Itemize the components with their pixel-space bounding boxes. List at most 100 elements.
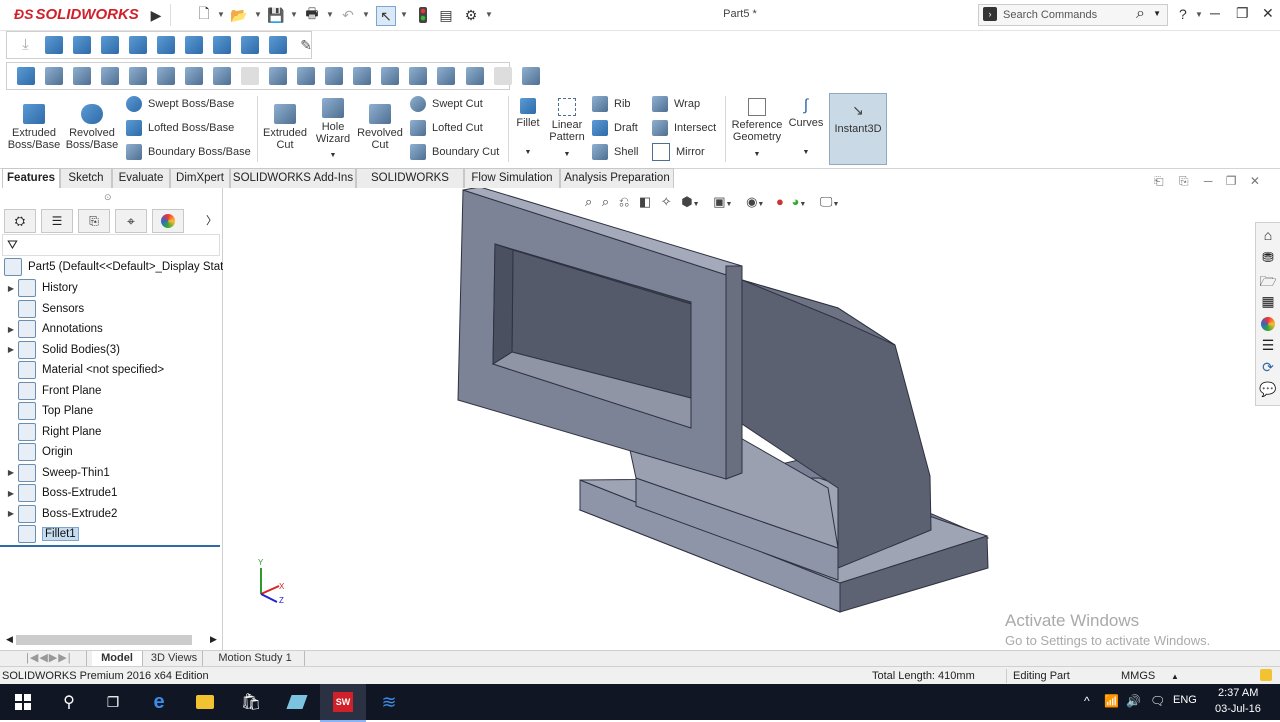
scroll-left-arrow-icon[interactable]: ◀ [6, 634, 13, 645]
filter-field[interactable]: ⛛ [2, 234, 220, 256]
tree-item[interactable]: ▶ Boss-Extrude1 [0, 483, 117, 503]
chevron-down-icon[interactable]: ▼ [730, 149, 784, 161]
cut-revolve-icon[interactable] [212, 67, 231, 85]
tab-features[interactable]: Features [2, 168, 60, 189]
tab-flow-simulation[interactable]: Flow Simulation [464, 168, 560, 189]
volume-icon[interactable]: 🔊 [1126, 694, 1141, 708]
revolved-boss-button[interactable]: Revolved Boss/Base [64, 104, 120, 151]
view-bottom-icon[interactable] [184, 36, 203, 54]
tab-3d-views[interactable]: 3D Views [146, 651, 203, 666]
shaded-icon[interactable] [16, 67, 35, 85]
tab-solidworks-addins[interactable]: SOLIDWORKS Add-Ins [230, 168, 356, 189]
view-dimetric-icon[interactable] [269, 36, 288, 54]
tree-item[interactable]: ▶ Sweep-Thin1 [0, 463, 110, 483]
rib-button[interactable]: Rib [592, 96, 631, 112]
extrude-icon[interactable] [44, 67, 63, 85]
tree-item[interactable]: Origin [0, 442, 73, 462]
chevron-down-icon[interactable]: ▼ [1153, 9, 1161, 18]
tree-item[interactable]: ▶ Solid Bodies(3) [0, 340, 120, 360]
lofted-cut-button[interactable]: Lofted Cut [410, 120, 483, 136]
open-folder-icon[interactable]: 📂 [230, 6, 248, 24]
shell-icon[interactable] [381, 67, 400, 85]
tree-item[interactable]: ▶ Annotations [0, 319, 103, 339]
select-cursor-icon[interactable]: ↖ [376, 6, 396, 26]
edge-browser-icon[interactable]: e [136, 684, 182, 720]
tree-item[interactable]: Top Plane [0, 401, 93, 421]
expand-arrow-icon[interactable]: ▶ [4, 284, 18, 293]
tree-item[interactable]: Sensors [0, 299, 84, 319]
tree-root-part[interactable]: Part5 (Default<<Default>_Display State [0, 257, 230, 277]
help-icon[interactable]: ? [1179, 6, 1187, 22]
tree-item[interactable]: Material <not specified> [0, 360, 164, 380]
view-trimetric-icon[interactable] [241, 36, 259, 54]
tree-item[interactable]: Fillet1 [0, 524, 79, 544]
search-icon[interactable]: ⌕ [1136, 5, 1145, 23]
tree-item[interactable]: Right Plane [0, 422, 101, 442]
expand-arrow-icon[interactable]: ▶ [4, 509, 18, 518]
tree-item[interactable]: Front Plane [0, 381, 101, 401]
menu-expand-arrow-icon[interactable]: ▶ [147, 6, 165, 24]
language-indicator[interactable]: ENG [1173, 694, 1197, 706]
view-top-icon[interactable] [156, 36, 175, 54]
solidworks-resources-icon[interactable]: ⌂ [1259, 227, 1277, 245]
chat-icon[interactable]: 💬 [1259, 381, 1277, 399]
tab-motion-study[interactable]: Motion Study 1 [206, 651, 305, 666]
hole-wizard-button[interactable]: Hole Wizard ▼ [310, 98, 356, 162]
revolved-cut-button[interactable]: Revolved Cut [357, 104, 403, 151]
rebuild-status-icon[interactable] [1260, 669, 1272, 681]
view-isometric-icon[interactable] [212, 36, 231, 54]
tree-item[interactable]: ▶ History [0, 278, 78, 298]
restore-viewport-icon[interactable]: ❐ [1226, 174, 1237, 188]
chevron-down-icon[interactable]: ▼ [547, 149, 587, 161]
sweep-icon[interactable] [100, 67, 119, 85]
store-icon[interactable]: 🛍 [228, 684, 274, 720]
configuration-manager-tab[interactable]: ⎘ [78, 209, 110, 233]
chevron-down-icon[interactable]: ▼ [1195, 10, 1203, 19]
design-library-icon[interactable]: ⛃ [1259, 249, 1277, 267]
chevron-down-icon[interactable]: ▼ [217, 10, 225, 19]
boundary-icon[interactable] [156, 67, 175, 85]
tab-evaluate[interactable]: Evaluate [112, 168, 170, 189]
previous-window-icon[interactable]: ⎗ [1154, 174, 1164, 188]
scroll-right-arrow-icon[interactable]: ▶ [210, 634, 217, 645]
extruded-boss-button[interactable]: Extruded Boss/Base [6, 104, 62, 151]
chevron-down-icon[interactable]: ▼ [326, 10, 334, 19]
tab-model[interactable]: Model [92, 651, 143, 666]
wrap-button[interactable]: Wrap [652, 96, 700, 112]
chevron-down-icon[interactable]: ▼ [254, 10, 262, 19]
tab-sketch[interactable]: Sketch [60, 168, 112, 189]
mirror-button[interactable]: Mirror [652, 143, 705, 161]
panel-grip[interactable]: ⊙ [104, 192, 112, 203]
expand-arrow-icon[interactable]: ▶ [4, 325, 18, 334]
chevron-down-icon[interactable]: ▼ [290, 10, 298, 19]
solidworks-forum-icon[interactable]: ⟳ [1259, 359, 1277, 377]
intersect-button[interactable]: Intersect [652, 120, 716, 136]
3d-model[interactable] [223, 188, 1257, 650]
file-properties-icon[interactable]: ▤ [437, 6, 455, 24]
solidworks-logo[interactable]: ƉS SOLIDWORKS [14, 6, 139, 23]
close-viewport-icon[interactable]: ✕ [1250, 174, 1260, 188]
draft-button[interactable]: Draft [592, 120, 638, 136]
close-icon[interactable]: ✕ [1262, 5, 1274, 22]
tab-analysis-preparation[interactable]: Analysis Preparation [560, 168, 674, 189]
boundary-boss-button[interactable]: Boundary Boss/Base [126, 144, 251, 160]
fillet-icon[interactable] [297, 67, 316, 85]
undo-icon[interactable]: ↶ [339, 6, 357, 24]
boundary-cut-button[interactable]: Boundary Cut [410, 144, 499, 160]
wrap-icon[interactable] [465, 67, 484, 85]
view-back-icon[interactable] [72, 36, 91, 54]
view-left-icon[interactable] [100, 36, 119, 54]
new-document-icon[interactable]: 🗋 [195, 5, 213, 24]
tray-chevron-up-icon[interactable]: ^ [1084, 694, 1090, 708]
solidworks-2016-taskbar-icon[interactable]: SW [320, 684, 366, 722]
cut-sweep-icon[interactable] [241, 67, 259, 85]
clock-time[interactable]: 2:37 AM [1218, 687, 1258, 699]
tab-solidworks-mbd[interactable]: SOLIDWORKS MBD [356, 168, 464, 203]
edit-appearance-icon[interactable]: ✎ [297, 36, 315, 54]
chamfer-icon[interactable] [325, 67, 344, 85]
chevron-down-icon[interactable]: ▼ [400, 10, 408, 19]
tab-dimxpert[interactable]: DimXpert [170, 168, 230, 189]
dome-icon[interactable] [437, 67, 456, 85]
graphics-area[interactable]: ⌕ ⌕ ⎌ ◧ ✧ ⬢▼ ▣▼ ◉▼ ● ◕▼ 🖵▼ ⎗ ⎘ ─ ❐ ✕ Y X… [223, 174, 1260, 650]
expand-arrow-icon[interactable]: ▶ [4, 489, 18, 498]
